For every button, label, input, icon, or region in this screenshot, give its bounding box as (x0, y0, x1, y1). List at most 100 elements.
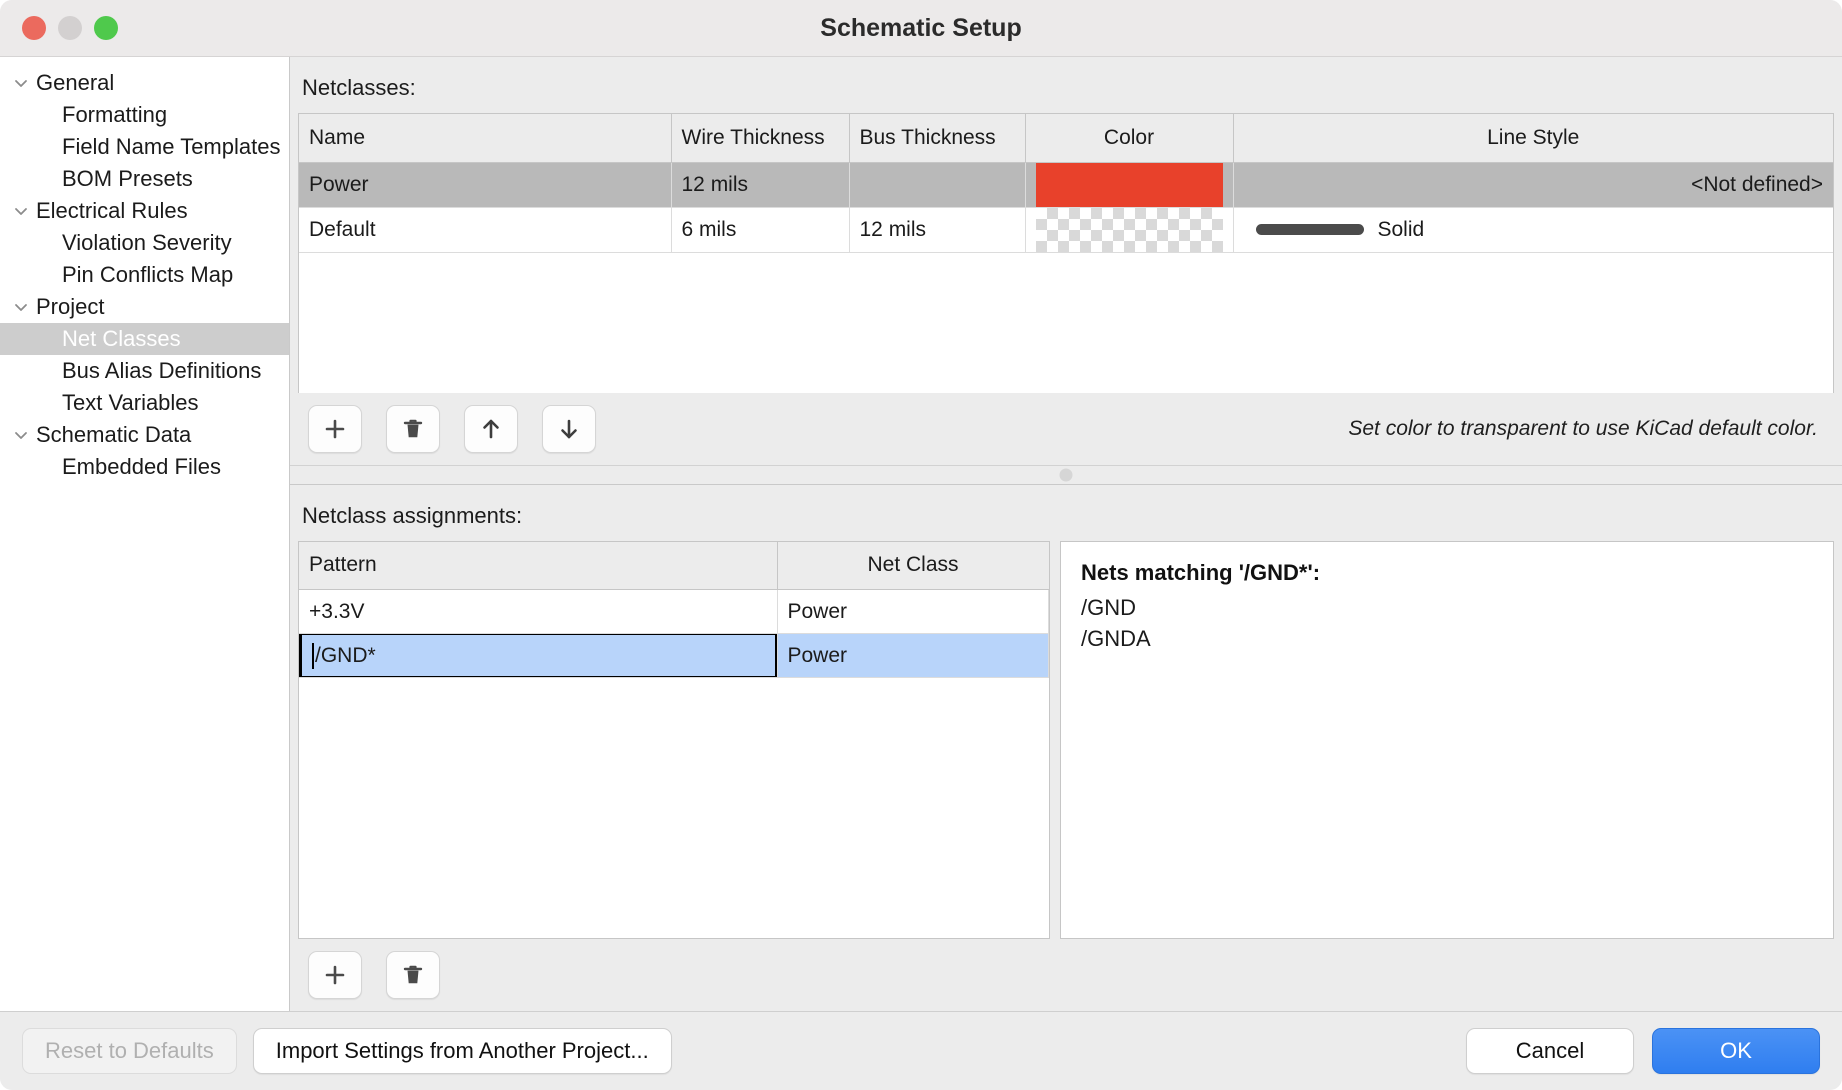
cell-netclass-line-style[interactable]: Solid (1233, 207, 1833, 252)
sidebar-item-formatting[interactable]: Formatting (0, 99, 289, 131)
cell-net-class[interactable]: Power (777, 634, 1049, 678)
netclasses-section: Netclasses: Name W (290, 57, 1842, 465)
cell-netclass-bus-thickness[interactable]: 12 mils (849, 207, 1025, 252)
chevron-down-icon[interactable] (6, 202, 36, 220)
column-header-name[interactable]: Name (299, 114, 671, 162)
schematic-setup-dialog: Schematic Setup General Formatting Field… (0, 0, 1842, 1090)
chevron-down-icon[interactable] (6, 74, 36, 92)
column-header-net-class[interactable]: Net Class (777, 542, 1049, 590)
assignments-body: Pattern Net Class +3.3V Power (298, 541, 1834, 940)
trash-icon (400, 416, 426, 442)
sidebar-item-schematic-data[interactable]: Schematic Data (0, 419, 289, 451)
move-netclass-up-button[interactable] (464, 405, 518, 453)
netclasses-grid[interactable]: Name Wire Thickness Bus Thickness Color … (298, 113, 1834, 393)
chevron-down-icon[interactable] (6, 426, 36, 444)
assignments-toolbar (290, 939, 1842, 1011)
dialog-body: General Formatting Field Name Templates … (0, 57, 1842, 1011)
net-classes-page: Netclasses: Name W (290, 57, 1842, 1011)
netclasses-header-row: Name Wire Thickness Bus Thickness Color … (299, 114, 1833, 162)
table-row[interactable]: Power 12 mils <Not defined> (299, 162, 1833, 207)
netclasses-toolbar: Set color to transparent to use KiCad de… (290, 393, 1842, 465)
cell-netclass-wire-thickness[interactable]: 12 mils (671, 162, 849, 207)
add-assignment-button[interactable] (308, 951, 362, 999)
sidebar-item-net-classes[interactable]: Net Classes (0, 323, 289, 355)
delete-assignment-button[interactable] (386, 951, 440, 999)
cell-netclass-wire-thickness[interactable]: 6 mils (671, 207, 849, 252)
table-row[interactable]: Default 6 mils 12 mils Solid (299, 207, 1833, 252)
table-row[interactable]: /GND* Power (299, 634, 1049, 678)
sidebar-item-pin-conflicts-map[interactable]: Pin Conflicts Map (0, 259, 289, 291)
close-window-button[interactable] (22, 16, 46, 40)
assignments-header-row: Pattern Net Class (299, 542, 1049, 590)
column-header-pattern[interactable]: Pattern (299, 542, 777, 590)
trash-icon (400, 962, 426, 988)
sidebar-item-label: Schematic Data (36, 422, 191, 448)
move-netclass-down-button[interactable] (542, 405, 596, 453)
plus-icon (322, 416, 348, 442)
zoom-window-button[interactable] (94, 16, 118, 40)
cell-netclass-color[interactable] (1025, 207, 1233, 252)
ok-button[interactable]: OK (1652, 1028, 1820, 1074)
matching-nets-title: Nets matching '/GND*': (1081, 560, 1813, 586)
column-header-wire-thickness[interactable]: Wire Thickness (671, 114, 849, 162)
sidebar-item-label: Field Name Templates (62, 134, 280, 160)
list-item: /GNDA (1081, 623, 1813, 654)
cell-netclass-color[interactable] (1025, 162, 1233, 207)
minimize-window-button[interactable] (58, 16, 82, 40)
assignments-grid[interactable]: Pattern Net Class +3.3V Power (298, 541, 1050, 940)
color-swatch-transparent[interactable] (1036, 208, 1223, 252)
dialog-footer: Reset to Defaults Import Settings from A… (0, 1011, 1842, 1089)
color-swatch[interactable] (1036, 163, 1223, 207)
chevron-down-icon[interactable] (6, 298, 36, 316)
sidebar-item-general[interactable]: General (0, 67, 289, 99)
cell-net-class[interactable]: Power (777, 590, 1049, 634)
sidebar-item-label: Text Variables (62, 390, 199, 416)
cell-netclass-name[interactable]: Default (299, 207, 671, 252)
sidebar-item-label: Net Classes (62, 326, 181, 352)
column-header-color[interactable]: Color (1025, 114, 1233, 162)
sidebar-item-label: Project (36, 294, 104, 320)
splitter-handle-icon[interactable] (1060, 468, 1073, 481)
sidebar-item-electrical-rules[interactable]: Electrical Rules (0, 195, 289, 227)
sidebar-item-label: Violation Severity (62, 230, 232, 256)
sidebar-item-violation-severity[interactable]: Violation Severity (0, 227, 289, 259)
sidebar-item-field-name-templates[interactable]: Field Name Templates (0, 131, 289, 163)
netclasses-label: Netclasses: (290, 57, 1842, 113)
text-caret-icon (312, 643, 314, 669)
delete-netclass-button[interactable] (386, 405, 440, 453)
column-header-line-style[interactable]: Line Style (1233, 114, 1833, 162)
column-header-bus-thickness[interactable]: Bus Thickness (849, 114, 1025, 162)
cell-netclass-bus-thickness[interactable] (849, 162, 1025, 207)
sidebar-item-bus-alias-definitions[interactable]: Bus Alias Definitions (0, 355, 289, 387)
cell-netclass-name[interactable]: Power (299, 162, 671, 207)
sidebar-item-label: BOM Presets (62, 166, 193, 192)
netclasses-grid-empty-area[interactable] (299, 253, 1833, 393)
reset-to-defaults-button[interactable]: Reset to Defaults (22, 1028, 237, 1074)
sidebar-item-label: Bus Alias Definitions (62, 358, 261, 384)
arrow-down-icon (556, 416, 582, 442)
cell-pattern-editing[interactable]: /GND* (299, 634, 777, 678)
line-style-label: Solid (1378, 218, 1425, 242)
list-item: /GND (1081, 592, 1813, 623)
sidebar-item-embedded-files[interactable]: Embedded Files (0, 451, 289, 483)
cell-netclass-line-style[interactable]: <Not defined> (1233, 162, 1833, 207)
netclasses-hint-text: Set color to transparent to use KiCad de… (1348, 417, 1826, 441)
import-settings-button[interactable]: Import Settings from Another Project... (253, 1028, 672, 1074)
window-title: Schematic Setup (0, 14, 1842, 43)
add-netclass-button[interactable] (308, 405, 362, 453)
sidebar-item-label: Electrical Rules (36, 198, 188, 224)
sidebar-item-bom-presets[interactable]: BOM Presets (0, 163, 289, 195)
sidebar-item-label: Embedded Files (62, 454, 221, 480)
line-style-sample-icon (1256, 224, 1364, 235)
title-bar: Schematic Setup (0, 0, 1842, 57)
assignments-grid-empty-area[interactable] (299, 678, 1049, 938)
sidebar-item-text-variables[interactable]: Text Variables (0, 387, 289, 419)
sidebar-item-project[interactable]: Project (0, 291, 289, 323)
cancel-button[interactable]: Cancel (1466, 1028, 1634, 1074)
sidebar-item-label: General (36, 70, 114, 96)
settings-tree: General Formatting Field Name Templates … (0, 57, 290, 1011)
cell-pattern[interactable]: +3.3V (299, 590, 777, 634)
panel-splitter[interactable] (290, 465, 1842, 484)
table-row[interactable]: +3.3V Power (299, 590, 1049, 634)
assignments-label: Netclass assignments: (290, 485, 1842, 541)
